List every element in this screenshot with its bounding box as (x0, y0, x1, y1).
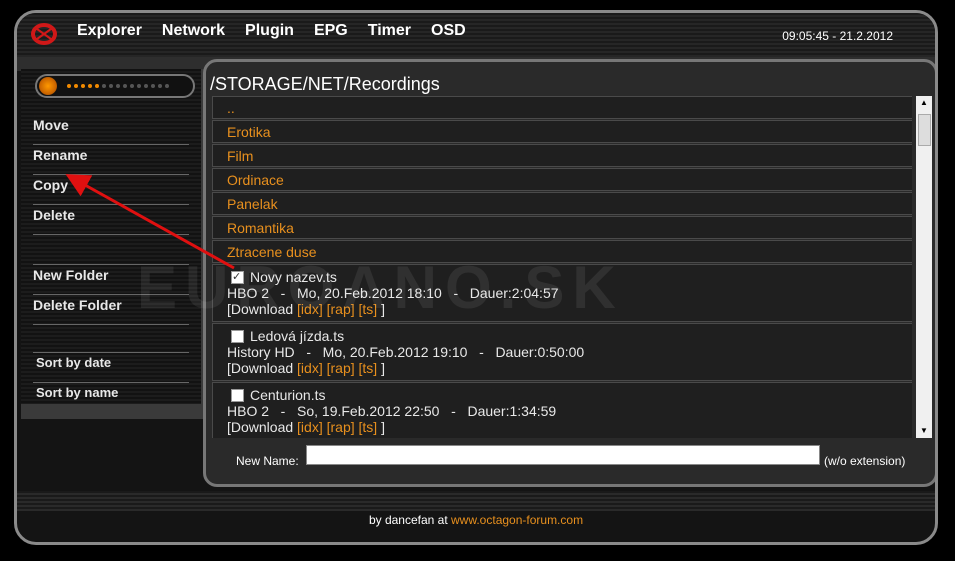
red-arrow-annotation (65, 174, 235, 270)
